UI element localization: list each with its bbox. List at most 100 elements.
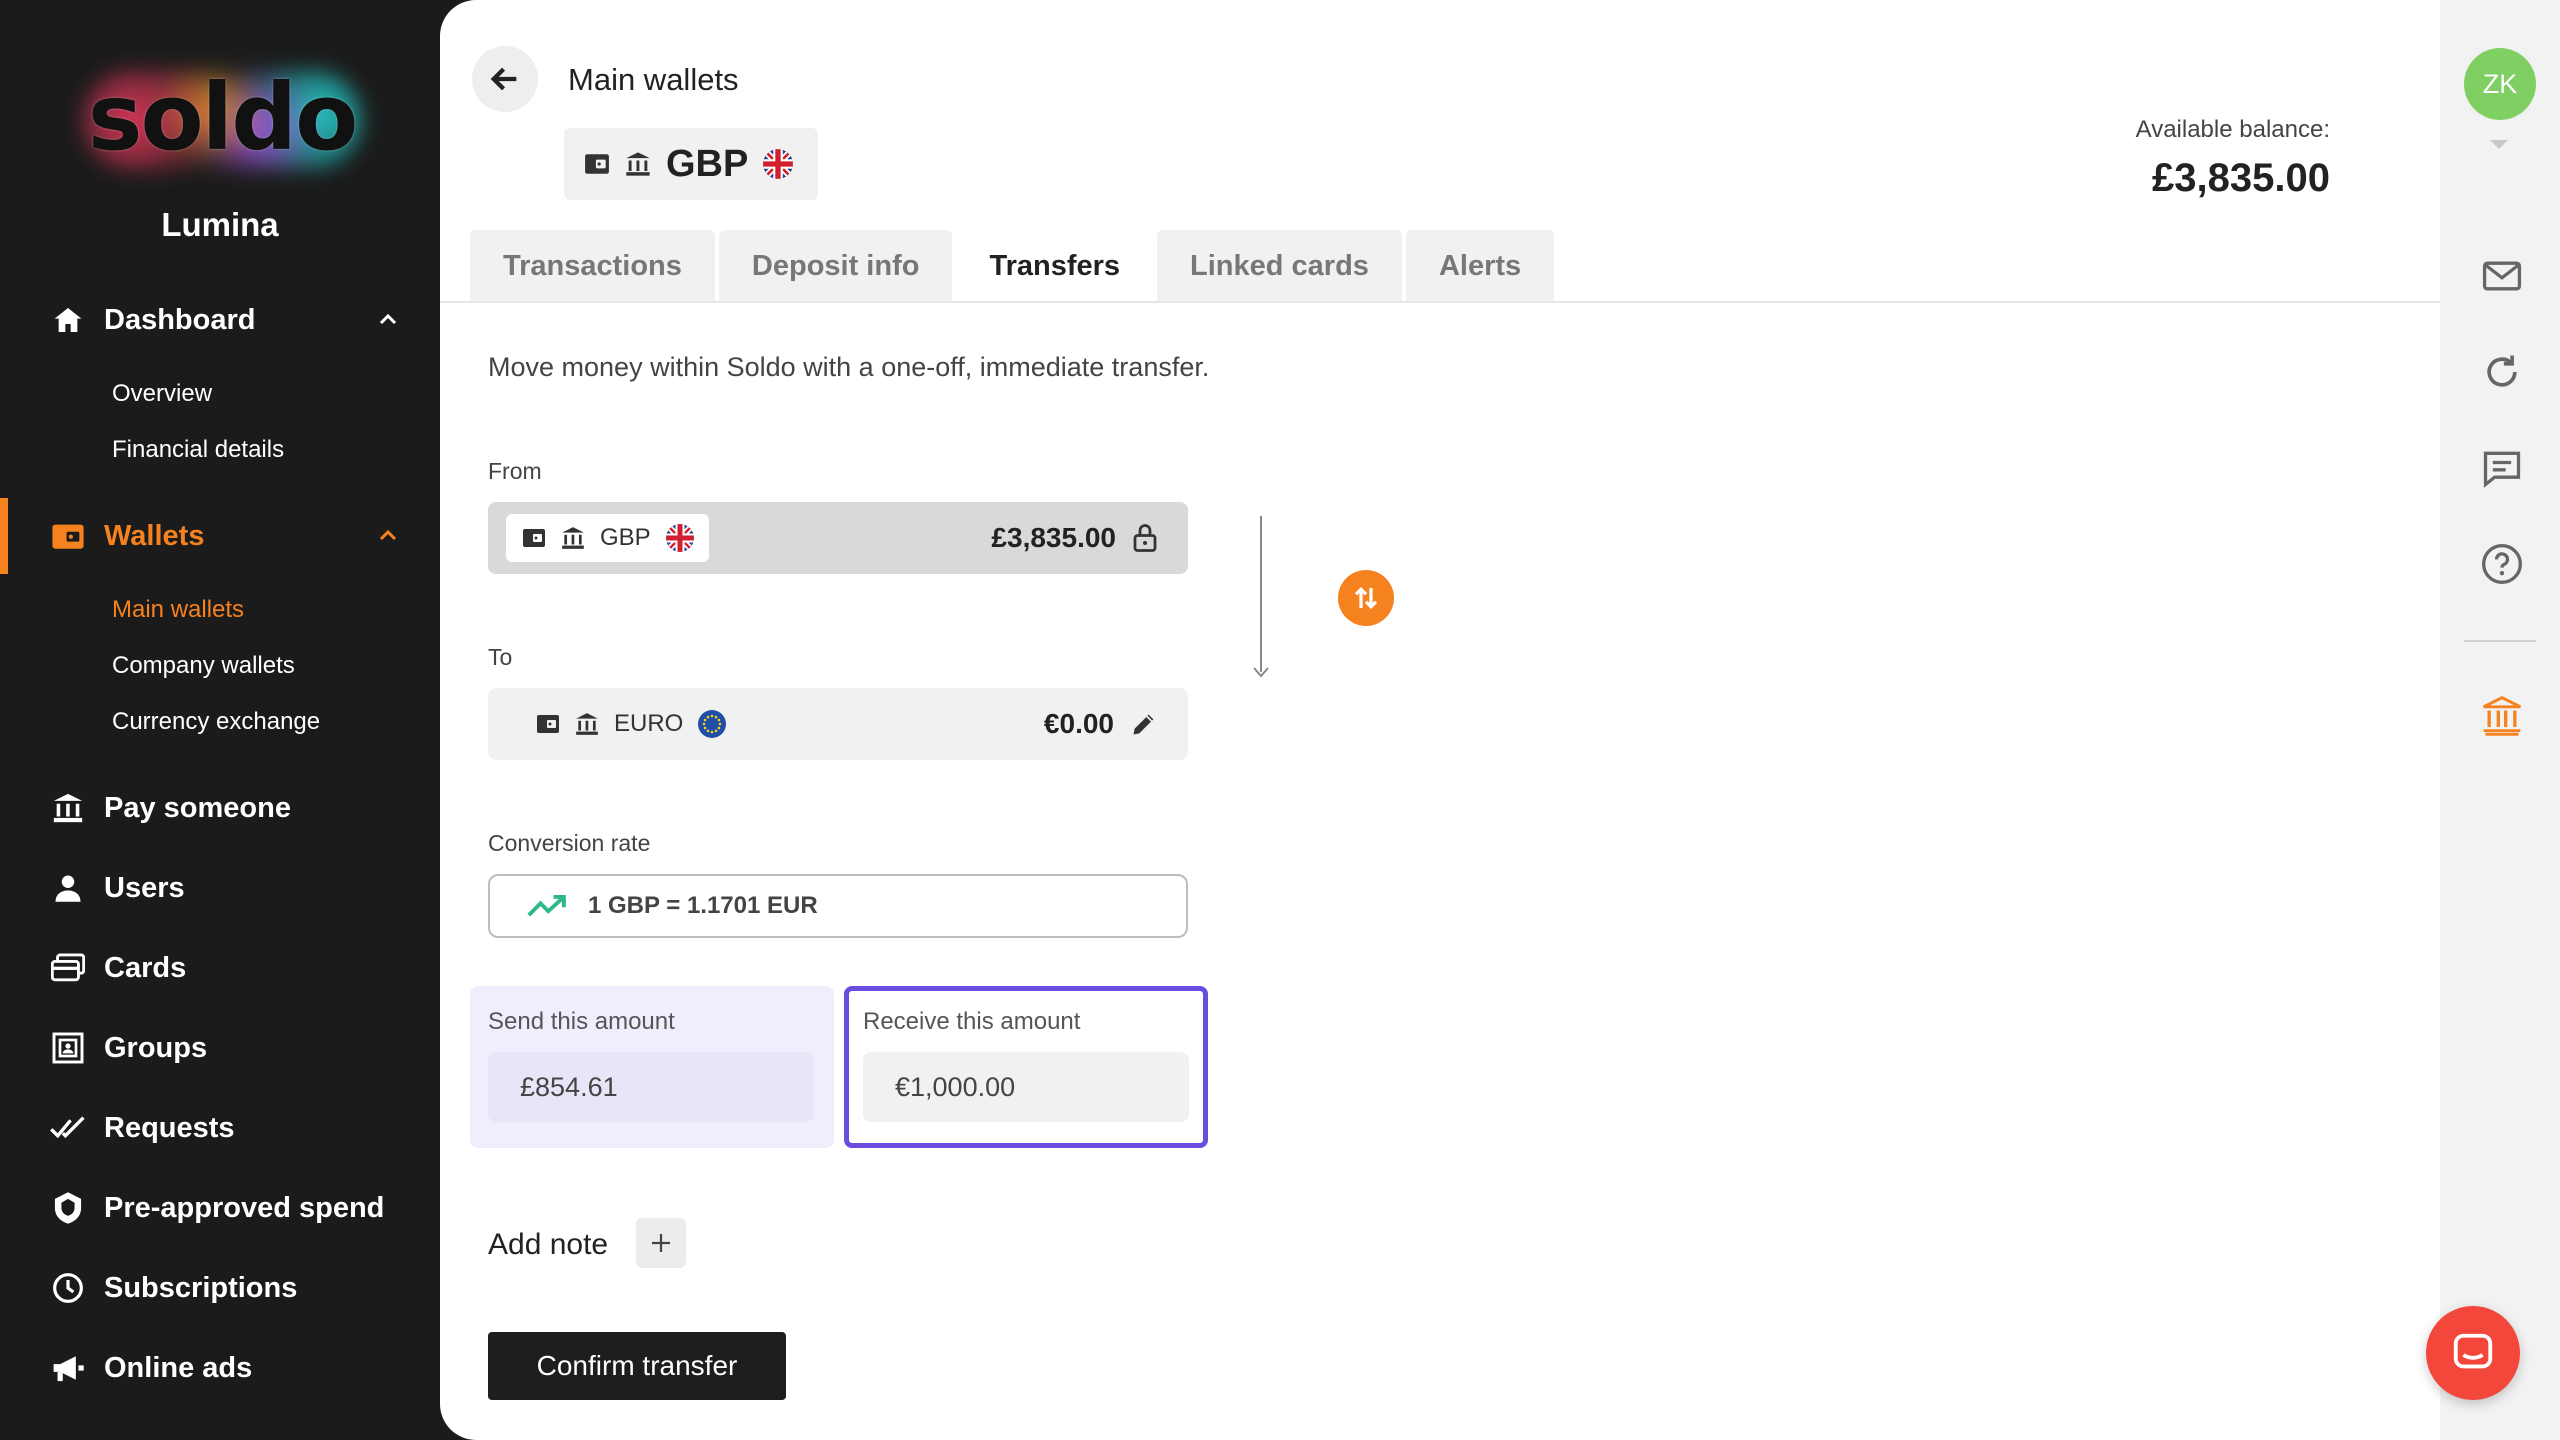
bank-icon: [624, 150, 652, 178]
chevron-up-icon[interactable]: [376, 524, 400, 548]
to-wallet-chip: EURO: [520, 700, 741, 748]
nav-pre-approved-spend[interactable]: Pre-approved spend: [0, 1178, 440, 1238]
to-currency: EURO: [614, 710, 684, 737]
conversion-rate-label: Conversion rate: [488, 830, 651, 856]
balance-value: £3,835.00: [2152, 156, 2330, 200]
refresh-icon[interactable]: [2480, 350, 2524, 394]
organization-name: Lumina: [161, 206, 279, 243]
pencil-icon[interactable]: [1130, 710, 1158, 738]
plus-icon: [652, 1234, 670, 1252]
caret-down-icon[interactable]: [2488, 138, 2510, 152]
user-icon: [50, 870, 86, 906]
nav-subscriptions[interactable]: Subscriptions: [0, 1258, 440, 1318]
megaphone-icon: [50, 1350, 86, 1386]
right-rail: ZK: [2440, 0, 2560, 1440]
wallet-icon: [584, 151, 610, 177]
nav-groups-label: Groups: [104, 1031, 208, 1064]
mail-icon[interactable]: [2480, 254, 2524, 298]
groups-icon: [50, 1030, 86, 1066]
confirm-transfer-button[interactable]: Confirm transfer: [488, 1332, 786, 1400]
nav-cards[interactable]: Cards: [0, 938, 440, 998]
balance-label: Available balance:: [2135, 116, 2330, 143]
wallet-icon: [50, 518, 86, 554]
support-chat-button[interactable]: [2426, 1306, 2520, 1400]
nav-financial-details[interactable]: Financial details: [112, 436, 284, 464]
from-amount: £3,835.00: [991, 522, 1116, 553]
conversion-rate-field: 1 GBP = 1.1701 EUR: [488, 874, 1188, 938]
clock-icon: [50, 1270, 86, 1306]
nav-currency-exchange[interactable]: Currency exchange: [112, 708, 320, 736]
swap-arrows-icon: [1354, 586, 1378, 610]
receive-amount-panel: Receive this amount: [844, 986, 1208, 1148]
sidebar: soldo Lumina Dashboard Overview Financia…: [0, 0, 440, 1440]
nav-wallets-label: Wallets: [104, 519, 205, 552]
wallet-currency: GBP: [666, 142, 749, 185]
send-amount-input[interactable]: [488, 1052, 814, 1122]
to-label: To: [488, 644, 513, 670]
help-icon[interactable]: [2480, 542, 2524, 586]
tab-linked-cards[interactable]: Linked cards: [1157, 230, 1402, 302]
trending-up-icon: [526, 893, 568, 919]
tab-transfers[interactable]: Transfers: [956, 230, 1154, 302]
arrow-down-icon: [1252, 660, 1270, 678]
arrow-left-icon: [490, 67, 517, 91]
logo-text: soldo: [87, 64, 359, 171]
wallet-icon: [522, 526, 546, 550]
nav-overview[interactable]: Overview: [112, 380, 212, 408]
bank-icon: [560, 525, 586, 551]
bank-icon: [574, 711, 600, 737]
to-wallet-field[interactable]: EURO €0.00: [488, 688, 1188, 760]
nav-company-wallets[interactable]: Company wallets: [112, 652, 295, 680]
bank-icon[interactable]: [2480, 694, 2524, 738]
add-note-label: Add note: [488, 1228, 609, 1261]
main-panel: Main wallets GBP Available balance: £3,8…: [440, 0, 2440, 1440]
tab-alerts[interactable]: Alerts: [1405, 230, 1555, 302]
chat-bubble-icon: [2453, 1333, 2493, 1369]
wallet-header-chip: GBP: [564, 128, 818, 200]
nav-dashboard[interactable]: Dashboard: [0, 290, 440, 350]
nav-requests-label: Requests: [104, 1111, 235, 1144]
from-wallet-chip: GBP: [506, 514, 709, 562]
soldo-logo[interactable]: soldo: [62, 50, 382, 190]
receive-amount-label: Receive this amount: [863, 1008, 1081, 1035]
swap-wallets-button[interactable]: [1338, 570, 1394, 626]
chat-icon[interactable]: [2480, 446, 2524, 490]
uk-flag-icon: [762, 148, 794, 180]
chevron-up-icon[interactable]: [376, 308, 400, 332]
cards-icon: [50, 950, 86, 986]
eu-flag-icon: [697, 709, 727, 739]
shield-icon: [50, 1190, 86, 1226]
send-amount-panel: Send this amount: [470, 986, 834, 1148]
nav-cards-label: Cards: [104, 951, 187, 984]
nav-main-wallets[interactable]: Main wallets: [112, 596, 244, 624]
from-wallet-field: GBP £3,835.00: [488, 502, 1188, 574]
conversion-rate-value: 1 GBP = 1.1701 EUR: [588, 892, 818, 919]
avatar[interactable]: ZK: [2464, 48, 2536, 120]
uk-flag-icon: [665, 523, 695, 553]
transfer-direction-line: [1260, 516, 1262, 672]
nav-pay-someone-label: Pay someone: [104, 791, 291, 824]
rail-divider: [2464, 640, 2536, 642]
wallet-icon: [536, 712, 560, 736]
receive-amount-input[interactable]: [863, 1052, 1189, 1122]
nav-users-label: Users: [104, 871, 185, 904]
nav-online-ads-label: Online ads: [104, 1351, 253, 1384]
nav-online-ads[interactable]: Online ads: [0, 1338, 440, 1398]
to-amount: €0.00: [1043, 708, 1114, 739]
double-check-icon: [50, 1110, 86, 1146]
lock-icon: [1132, 523, 1158, 553]
nav-wallets[interactable]: Wallets: [0, 498, 440, 574]
tab-deposit-info[interactable]: Deposit info: [718, 230, 953, 302]
add-note-button[interactable]: [636, 1218, 686, 1268]
back-button[interactable]: [472, 46, 538, 112]
transfer-intro: Move money within Soldo with a one-off, …: [488, 352, 1210, 382]
nav-pre-approved-spend-label: Pre-approved spend: [104, 1191, 385, 1224]
nav-requests[interactable]: Requests: [0, 1098, 440, 1158]
nav-pay-someone[interactable]: Pay someone: [0, 778, 440, 838]
tab-transactions[interactable]: Transactions: [470, 230, 715, 302]
nav-groups[interactable]: Groups: [0, 1018, 440, 1078]
nav-users[interactable]: Users: [0, 858, 440, 918]
home-icon: [50, 302, 86, 338]
tab-bar: Transactions Deposit info Transfers Link…: [470, 230, 1555, 302]
bank-transfer-icon: [50, 790, 86, 826]
